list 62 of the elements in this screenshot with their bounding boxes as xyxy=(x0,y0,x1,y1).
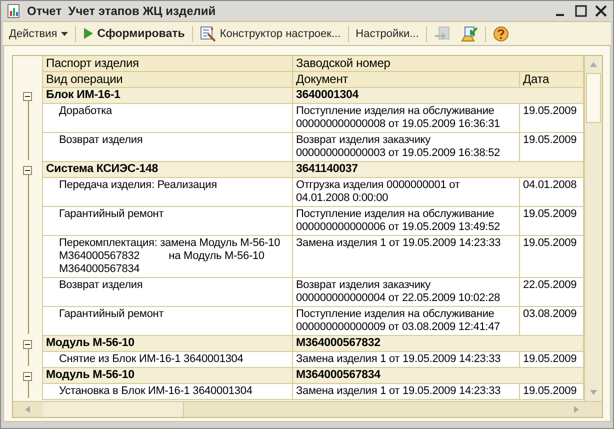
scroll-thumb[interactable] xyxy=(586,73,601,123)
column-header: Документ xyxy=(293,72,520,88)
collapse-toggle[interactable] xyxy=(23,166,32,174)
table-cell: Модуль М-56-10 xyxy=(43,336,293,352)
help-icon xyxy=(492,26,509,42)
table-cell: 19.05.2009 xyxy=(520,207,584,236)
table-cell: Замена изделия 1 от 19.05.2009 14:23:33 xyxy=(293,352,520,368)
caret-icon xyxy=(61,32,68,36)
table-cell: Гарантийный ремонт xyxy=(43,207,293,236)
collapse-toggle[interactable] xyxy=(23,92,32,100)
table-cell: 19.05.2009 xyxy=(520,104,584,133)
table-cell: Передача изделия: Реализация xyxy=(43,178,293,207)
table-cell: Снятие из Блок ИМ-16-1 3640001304 xyxy=(43,352,293,368)
table-cell: Гарантийный ремонт xyxy=(43,307,293,336)
vertical-scrollbar[interactable] xyxy=(584,56,602,401)
column-header: Паспорт изделия xyxy=(43,56,293,72)
table-cell: Поступление изделия на обслуживание 000000000000006 от 19.05.2009 13:49:52 xyxy=(293,207,520,236)
collapse-toggle[interactable] xyxy=(23,372,32,380)
document-arrow-icon xyxy=(434,26,452,42)
table-cell: 3640001304 xyxy=(293,88,584,104)
window-title: Отчет Учет этапов ЖЦ изделий xyxy=(27,4,216,18)
table-cell: 04.01.2008 xyxy=(520,178,584,207)
scroll-thumb[interactable] xyxy=(43,402,184,417)
report-icon xyxy=(7,4,21,18)
table-cell: 22.05.2009 xyxy=(520,278,584,307)
table-cell: Установка в Блок ИМ-16-1 3640001304 xyxy=(43,384,293,400)
close-icon[interactable] xyxy=(595,5,607,18)
column-header: Вид операции xyxy=(43,72,293,88)
table-cell: Замена изделия 1 от 19.05.2009 14:23:33 xyxy=(293,236,520,278)
table-cell: Поступление изделия на обслуживание 000000000000009 от 03.08.2009 12:41:47 xyxy=(293,307,520,336)
table-cell: Доработка xyxy=(43,104,293,133)
collapse-toggle[interactable] xyxy=(23,340,32,348)
wand-icon xyxy=(200,26,216,42)
table-cell: М364000567832 xyxy=(293,336,584,352)
designer-button[interactable]: Конструктор настроек... xyxy=(196,24,344,44)
document-arrow-icon xyxy=(460,26,478,42)
table-cell: Система КСИЭС-148 xyxy=(43,162,293,178)
column-header: Заводской номер xyxy=(293,56,584,72)
table-cell: Блок ИМ-16-1 xyxy=(43,88,293,104)
table-cell: Перекомплектация: замена Модуль М-56-10 М364000567832 на Модуль М-56-10 М364000567834 xyxy=(43,236,293,278)
table-cell: Отгрузка изделия 0000000001 от 04.01.2008 0:00:00 xyxy=(293,178,520,207)
table-cell: Возврат изделия xyxy=(43,278,293,307)
table-cell: 19.05.2009 xyxy=(520,384,584,400)
table-cell: М364000567834 xyxy=(293,368,584,384)
settings-button[interactable]: Настройки... xyxy=(352,26,422,42)
table-cell: 19.05.2009 xyxy=(520,352,584,368)
play-icon xyxy=(83,28,94,40)
table-cell: Возврат изделия xyxy=(43,133,293,162)
table-cell: 19.05.2009 xyxy=(520,133,584,162)
table-cell: 3641140037 xyxy=(293,162,584,178)
table-cell: Возврат изделия заказчику 000000000000003 от 19.05.2009 16:38:52 xyxy=(293,133,520,162)
column-header: Дата xyxy=(520,72,584,88)
maximize-icon[interactable] xyxy=(575,5,587,18)
table-cell: Модуль М-56-10 xyxy=(43,368,293,384)
horizontal-scrollbar[interactable] xyxy=(13,401,602,417)
table-cell: 19.05.2009 xyxy=(520,236,584,278)
generate-button[interactable]: Сформировать xyxy=(80,26,188,42)
table-cell: 03.08.2009 xyxy=(520,307,584,336)
table-cell: Возврат изделия заказчику 000000000000004 от 22.05.2009 10:02:28 xyxy=(293,278,520,307)
table-cell: Замена изделия 1 от 19.05.2009 14:23:33 xyxy=(293,384,520,400)
actions-menu[interactable]: Действия xyxy=(6,26,72,42)
table-cell: Поступление изделия на обслуживание 000000000000008 от 19.05.2009 16:36:31 xyxy=(293,104,520,133)
